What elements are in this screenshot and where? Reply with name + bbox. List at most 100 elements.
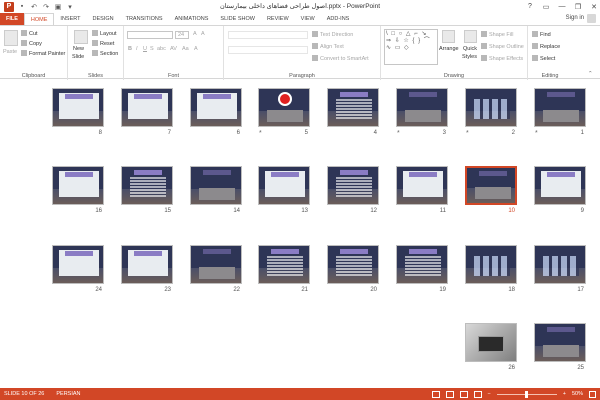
slide-thumbnail-1[interactable] <box>534 88 586 127</box>
find-button[interactable]: Find <box>532 31 551 38</box>
tab-design[interactable]: DESIGN <box>87 13 120 25</box>
slide-thumbnail-5[interactable] <box>258 88 310 127</box>
tab-home[interactable]: HOME <box>23 13 55 25</box>
underline-button[interactable]: U <box>143 46 147 52</box>
zoom-level[interactable]: 50% <box>572 391 583 397</box>
close-icon[interactable]: ✕ <box>590 3 598 11</box>
slide-thumbnail-19[interactable] <box>396 245 448 284</box>
slide-thumbnail-26[interactable] <box>465 323 517 362</box>
ribbon-display-icon[interactable]: ▭ <box>542 3 550 11</box>
tab-transitions[interactable]: TRANSITIONS <box>120 13 169 25</box>
minimize-icon[interactable]: — <box>558 3 566 10</box>
layout-button[interactable]: Layout <box>92 30 117 37</box>
text-direction-button[interactable]: Text Direction <box>312 31 353 38</box>
slide-thumbnail-21[interactable] <box>258 245 310 284</box>
zoom-slider-thumb[interactable] <box>524 390 528 398</box>
start-slideshow-icon[interactable]: ▣ <box>54 3 62 11</box>
slide-thumbnail-18[interactable] <box>465 245 517 284</box>
zoom-out-icon[interactable]: − <box>488 391 491 397</box>
help-icon[interactable]: ? <box>526 3 534 10</box>
bullets-row[interactable] <box>228 31 308 39</box>
format-painter-button[interactable]: Format Painter <box>21 50 65 57</box>
slide-thumbnail-7[interactable] <box>121 88 173 127</box>
shrink-font-button[interactable]: A <box>201 31 205 37</box>
slideshow-view-icon[interactable] <box>473 390 482 398</box>
shadow-button[interactable]: abc <box>157 46 166 52</box>
user-avatar-icon[interactable] <box>587 14 596 23</box>
section-button[interactable]: Section <box>92 50 118 57</box>
italic-button[interactable]: I <box>136 46 138 52</box>
font-name-box[interactable] <box>127 31 173 39</box>
shape-effects-button[interactable]: Shape Effects <box>481 55 523 62</box>
slide-thumbnail-6[interactable] <box>190 88 242 127</box>
tab-review[interactable]: REVIEW <box>261 13 295 25</box>
font-color-button[interactable]: A <box>194 46 198 52</box>
quick-styles-label-1[interactable]: Quick <box>463 46 477 52</box>
char-spacing-button[interactable]: AV <box>170 46 177 52</box>
shape-outline-button[interactable]: Shape Outline <box>481 43 524 50</box>
tab-add-ins[interactable]: ADD-INS <box>321 13 356 25</box>
alignment-row[interactable] <box>228 46 308 54</box>
slide-thumbnail-2[interactable] <box>465 88 517 127</box>
slide-thumbnail-10[interactable] <box>465 166 517 205</box>
change-case-button[interactable]: Aa <box>182 46 189 52</box>
slide-thumbnail-9[interactable] <box>534 166 586 205</box>
bold-button[interactable]: B <box>128 46 132 52</box>
shape-fill-button[interactable]: Shape Fill <box>481 31 513 38</box>
tab-file[interactable]: FILE <box>0 13 24 25</box>
transition-star-icon[interactable]: * <box>535 130 538 137</box>
slide-thumbnail-16[interactable] <box>52 166 104 205</box>
language-indicator[interactable]: PERSIAN <box>56 391 80 397</box>
restore-icon[interactable]: ❐ <box>574 3 582 11</box>
slide-thumbnail-15[interactable] <box>121 166 173 205</box>
redo-icon[interactable]: ↷ <box>42 3 50 11</box>
slide-thumbnail-17[interactable] <box>534 245 586 284</box>
transition-star-icon[interactable]: * <box>397 130 400 137</box>
slide-thumbnail-14[interactable] <box>190 166 242 205</box>
cut-button[interactable]: Cut <box>21 30 38 37</box>
tab-view[interactable]: VIEW <box>295 13 321 25</box>
slide-thumbnail-11[interactable] <box>396 166 448 205</box>
strikethrough-button[interactable]: S <box>150 46 154 52</box>
reading-view-icon[interactable] <box>459 390 468 398</box>
slide-thumbnail-25[interactable] <box>534 323 586 362</box>
slide-thumbnail-13[interactable] <box>258 166 310 205</box>
new-slide-label-1[interactable]: New <box>73 46 84 52</box>
slide-thumbnail-24[interactable] <box>52 245 104 284</box>
shapes-gallery[interactable]: \ □ ○ △ ⌐ ↘ ⇒ ⇩ ☆ { } ⌒ ∿ ▭ ◇ <box>384 29 438 65</box>
normal-view-icon[interactable] <box>431 390 440 398</box>
fit-slide-icon[interactable] <box>589 390 596 398</box>
sign-in-link[interactable]: Sign in <box>566 15 584 21</box>
tab-insert[interactable]: INSERT <box>54 13 86 25</box>
undo-icon[interactable]: ↶ <box>30 3 38 11</box>
paste-button[interactable]: Paste <box>3 49 17 55</box>
tab-animations[interactable]: ANIMATIONS <box>169 13 215 25</box>
save-icon[interactable]: ▪ <box>18 3 26 10</box>
convert-smartart-button[interactable]: Convert to SmartArt <box>312 55 369 62</box>
zoom-in-icon[interactable]: + <box>563 391 566 397</box>
slide-thumbnail-8[interactable] <box>52 88 104 127</box>
customize-qat-icon[interactable]: ▾ <box>66 3 74 11</box>
arrange-button[interactable]: Arrange <box>439 46 459 52</box>
font-size-box[interactable]: 24 <box>175 31 189 39</box>
grow-font-button[interactable]: A <box>193 31 197 37</box>
transition-star-icon[interactable]: * <box>466 130 469 137</box>
quick-styles-icon[interactable] <box>464 30 477 43</box>
new-slide-label-2[interactable]: Slide <box>72 54 84 60</box>
copy-button[interactable]: Copy <box>21 40 42 47</box>
reset-button[interactable]: Reset <box>92 40 114 47</box>
slide-thumbnail-22[interactable] <box>190 245 242 284</box>
collapse-ribbon-icon[interactable]: ⌃ <box>588 71 593 77</box>
slide-thumbnail-23[interactable] <box>121 245 173 284</box>
slide-thumbnail-20[interactable] <box>327 245 379 284</box>
quick-styles-label-2[interactable]: Styles <box>462 54 477 60</box>
slide-thumbnail-12[interactable] <box>327 166 379 205</box>
replace-button[interactable]: Replace <box>532 43 560 50</box>
zoom-slider[interactable] <box>496 390 557 398</box>
slide-thumbnail-3[interactable] <box>396 88 448 127</box>
slide-thumbnail-4[interactable] <box>327 88 379 127</box>
paste-icon[interactable] <box>4 30 18 46</box>
select-button[interactable]: Select <box>532 55 555 62</box>
slide-sorter-view-icon[interactable] <box>445 390 454 398</box>
arrange-icon[interactable] <box>442 30 455 43</box>
